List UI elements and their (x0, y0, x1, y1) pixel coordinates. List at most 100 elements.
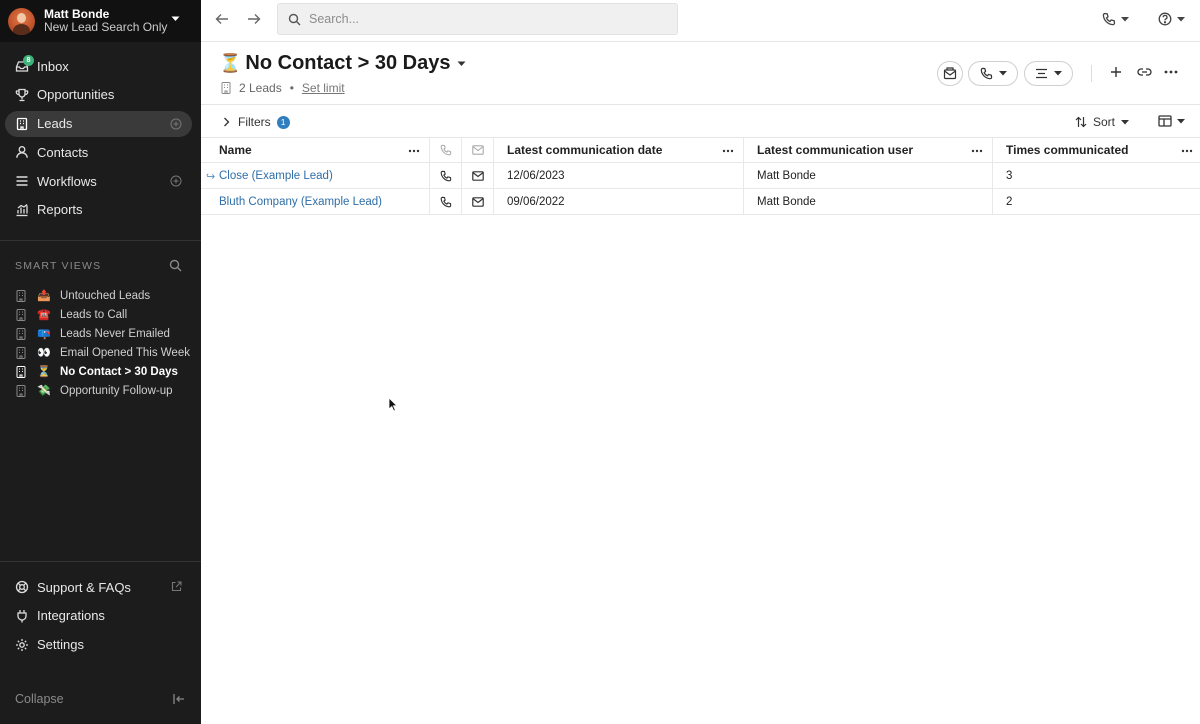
user-menu[interactable]: Matt Bonde New Lead Search Only (0, 0, 201, 42)
sort-arrows-icon (1075, 116, 1087, 128)
nav-item-contacts[interactable]: Contacts (5, 139, 192, 165)
caret-down-icon (1121, 16, 1129, 22)
cell-name: Bluth Company (Example Lead) (201, 189, 430, 214)
phone-icon (1102, 12, 1116, 26)
page-title[interactable]: ⏳ No Contact > 30 Days (219, 52, 466, 75)
nav-item-settings[interactable]: Settings (5, 632, 192, 658)
more-options-icon[interactable] (971, 146, 983, 156)
column-header-latest-date[interactable]: Latest communication date (494, 138, 744, 162)
forward-arrow-icon[interactable] (247, 12, 261, 26)
latest-user-value: Matt Bonde (757, 195, 816, 208)
external-link-icon (171, 581, 182, 592)
more-options-icon[interactable] (408, 146, 420, 156)
table-row[interactable]: Bluth Company (Example Lead) 09/06/2022 … (201, 189, 1200, 215)
nav-item-leads[interactable]: Leads (5, 110, 192, 137)
money-wings-icon: 💸 (37, 384, 51, 397)
top-bar (201, 0, 1200, 42)
cell-call[interactable] (430, 163, 462, 188)
filters-toggle[interactable]: Filters 1 (223, 115, 290, 129)
cell-email[interactable] (462, 163, 494, 188)
nav-item-integrations[interactable]: Integrations (5, 603, 192, 629)
cell-latest-user: Matt Bonde (744, 189, 993, 214)
view-title: No Contact > 30 Days (245, 52, 451, 74)
cell-latest-user: Matt Bonde (744, 163, 993, 188)
more-options-icon[interactable] (1181, 146, 1193, 156)
cell-times: 2 (993, 189, 1200, 214)
back-arrow-icon[interactable] (215, 12, 229, 26)
bulk-actions-button[interactable] (1024, 61, 1073, 86)
collapse-sidebar-icon (173, 693, 185, 705)
bulk-email-button[interactable] (937, 61, 963, 86)
chevron-right-icon (223, 117, 230, 127)
latest-user-value: Matt Bonde (757, 169, 816, 182)
phone-icon[interactable] (440, 170, 452, 182)
envelope-icon[interactable] (471, 170, 484, 181)
set-limit-link[interactable]: Set limit (302, 81, 345, 95)
lead-name-link[interactable]: Bluth Company (Example Lead) (201, 196, 382, 208)
global-search[interactable] (277, 3, 678, 35)
add-circle-icon[interactable] (170, 118, 182, 130)
nav-label: Settings (37, 637, 84, 653)
eyes-icon: 👀 (37, 346, 51, 359)
caret-down-icon (1121, 119, 1130, 125)
header-separator (1091, 65, 1092, 82)
smart-view-label: Email Opened This Week (60, 346, 190, 359)
nav-item-support[interactable]: Support & FAQs (5, 574, 192, 600)
table-row[interactable]: ↪ Close (Example Lead) 12/06/2023 Matt B… (201, 163, 1200, 189)
envelope-icon[interactable] (471, 196, 484, 207)
search-input[interactable] (309, 12, 649, 26)
caret-down-icon[interactable] (171, 16, 180, 22)
sidebar-divider (0, 240, 201, 241)
plus-icon[interactable] (1110, 66, 1122, 78)
email-envelope-icon (943, 67, 957, 80)
cell-latest-date: 09/06/2022 (494, 189, 744, 214)
phone-icon[interactable] (440, 196, 452, 208)
smart-view-item[interactable]: 👀 Email Opened This Week (16, 343, 196, 362)
caret-down-icon[interactable] (457, 61, 466, 67)
smart-view-item[interactable]: 📤 Untouched Leads (16, 286, 196, 305)
link-icon[interactable] (1137, 66, 1152, 78)
table-header-row: Name Latest communication date Latest co… (201, 138, 1200, 163)
lead-name-link[interactable]: Close (Example Lead) (201, 170, 333, 182)
nav-item-inbox[interactable]: 8 Inbox (5, 53, 192, 79)
envelope-icon (471, 145, 484, 155)
search-icon[interactable] (169, 259, 182, 272)
column-header-times[interactable]: Times communicated (993, 138, 1200, 162)
cell-call[interactable] (430, 189, 462, 214)
phone-icon (980, 67, 993, 80)
list-icon (15, 174, 29, 188)
smart-view-label: Opportunity Follow-up (60, 384, 173, 397)
nav-label: Support & FAQs (37, 579, 131, 595)
nav-item-reports[interactable]: Reports (5, 197, 192, 223)
column-header-email (462, 138, 494, 162)
nav-item-workflows[interactable]: Workflows (5, 168, 192, 194)
smart-view-label: Untouched Leads (60, 289, 151, 302)
cell-email[interactable] (462, 189, 494, 214)
nav-label: Workflows (37, 173, 97, 189)
add-circle-icon[interactable] (170, 175, 182, 187)
filters-label: Filters (238, 115, 271, 129)
columns-button[interactable] (1158, 115, 1185, 127)
smart-view-item[interactable]: 📪 Leads Never Emailed (16, 324, 196, 343)
help-menu-button[interactable] (1158, 12, 1185, 26)
sort-button[interactable]: Sort (1075, 115, 1130, 129)
smart-view-item[interactable]: 💸 Opportunity Follow-up (16, 381, 196, 400)
filters-count-badge: 1 (276, 115, 290, 129)
outbox-tray-icon: 📤 (37, 289, 51, 302)
more-options-icon[interactable] (722, 146, 734, 156)
phone-menu-button[interactable] (1102, 12, 1129, 26)
smart-view-item-active[interactable]: ⏳ No Contact > 30 Days (16, 362, 196, 381)
column-header-latest-user[interactable]: Latest communication user (744, 138, 993, 162)
column-header-name[interactable]: Name (201, 138, 430, 162)
document-icon (16, 365, 26, 378)
collapse-button[interactable]: Collapse (15, 692, 185, 706)
view-subline: 2 Leads • Set limit (221, 81, 345, 95)
document-icon (16, 384, 26, 397)
smart-view-label: Leads Never Emailed (60, 327, 170, 340)
nav-item-opportunities[interactable]: Opportunities (5, 82, 192, 108)
inbox-badge: 8 (23, 55, 34, 66)
nav-label: Contacts (37, 144, 89, 160)
bulk-call-button[interactable] (968, 61, 1018, 86)
more-options-icon[interactable] (1164, 66, 1178, 78)
smart-view-item[interactable]: ☎️ Leads to Call (16, 305, 196, 324)
